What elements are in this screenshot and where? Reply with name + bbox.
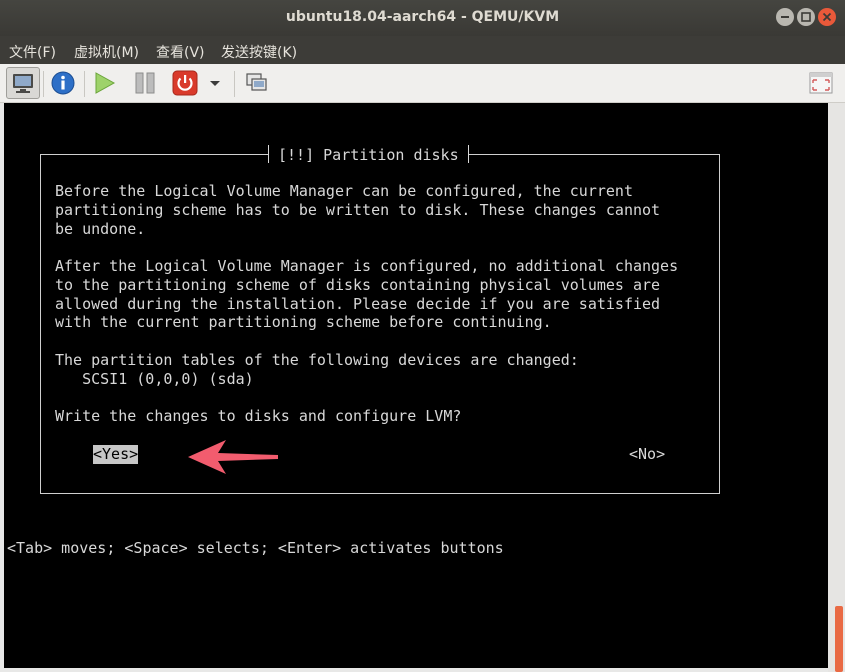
scrollbar-thumb[interactable] xyxy=(835,606,843,672)
fullscreen-icon xyxy=(809,72,833,94)
power-button[interactable] xyxy=(170,68,200,98)
menu-file[interactable]: 文件(F) xyxy=(9,42,56,62)
maximize-button[interactable] xyxy=(797,8,815,26)
partition-dialog: [!!] Partition disks Before the Logical … xyxy=(40,144,720,494)
maximize-icon xyxy=(801,12,811,22)
menu-bar: 文件(F) 虚拟机(M) 查看(V) 发送按键(K) xyxy=(0,36,845,64)
annotation-arrow-icon xyxy=(188,440,278,474)
window-title: ubuntu18.04-aarch64 - QEMU/KVM xyxy=(285,9,560,25)
info-button[interactable] xyxy=(48,68,78,98)
minimize-button[interactable] xyxy=(776,8,794,26)
menu-send-key[interactable]: 发送按键(K) xyxy=(221,42,297,62)
title-bar[interactable]: ubuntu18.04-aarch64 - QEMU/KVM xyxy=(0,0,845,36)
console-button[interactable] xyxy=(6,67,40,99)
power-icon xyxy=(172,70,198,96)
snapshot-button[interactable] xyxy=(242,68,272,98)
fullscreen-button[interactable] xyxy=(806,68,836,98)
dialog-paragraph-2: After the Logical Volume Manager is conf… xyxy=(55,257,679,332)
help-line: <Tab> moves; <Space> selects; <Enter> ac… xyxy=(7,539,504,557)
pause-icon xyxy=(135,72,155,94)
power-menu-button[interactable] xyxy=(206,68,226,98)
dialog-paragraph-1: Before the Logical Volume Manager can be… xyxy=(55,182,661,238)
vm-display[interactable]: [!!] Partition disks Before the Logical … xyxy=(4,103,828,668)
run-button[interactable] xyxy=(90,68,120,98)
toolbar xyxy=(0,64,845,103)
toolbar-separator xyxy=(43,71,44,97)
qemu-window: ubuntu18.04-aarch64 - QEMU/KVM 文件(F) 虚拟机… xyxy=(0,0,845,672)
info-icon xyxy=(51,71,75,95)
dialog-title-frame: [!!] Partition disks xyxy=(268,144,469,166)
minimize-icon xyxy=(781,16,789,18)
toolbar-separator xyxy=(84,71,85,97)
scrollbar-track[interactable] xyxy=(828,103,845,672)
close-icon xyxy=(822,12,832,22)
console-icon xyxy=(13,74,33,93)
menu-view[interactable]: 查看(V) xyxy=(156,42,205,62)
no-button[interactable]: <No> xyxy=(629,445,665,464)
dropdown-arrow-icon xyxy=(210,81,220,86)
dialog-paragraph-3: The partition tables of the following de… xyxy=(55,351,579,388)
yes-button[interactable]: <Yes> xyxy=(93,445,139,464)
run-icon xyxy=(95,72,116,94)
pause-button[interactable] xyxy=(130,68,160,98)
dialog-question: Write the changes to disks and configure… xyxy=(55,407,462,425)
close-button[interactable] xyxy=(818,8,836,26)
toolbar-separator xyxy=(234,71,235,97)
menu-vm[interactable]: 虚拟机(M) xyxy=(74,42,139,62)
dialog-title: [!!] Partition disks xyxy=(278,146,459,164)
snapshot-icon xyxy=(246,73,267,91)
